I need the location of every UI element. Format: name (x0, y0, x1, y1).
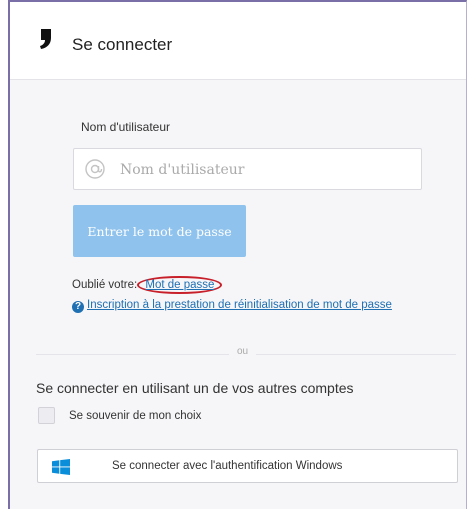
remember-choice-label: Se souvenir de mon choix (69, 409, 202, 422)
forgot-prefix: Oublié votre: (72, 279, 138, 291)
login-panel: Se connecter Nom d'utilisateur Nom d'uti… (8, 0, 467, 509)
other-accounts-heading: Se connecter en utilisant un de vos autr… (36, 380, 354, 396)
windows-logo-icon (52, 459, 70, 480)
remember-choice-row: Se souvenir de mon choix (38, 407, 201, 424)
page-title: Se connecter (72, 35, 173, 54)
username-placeholder: Nom d'utilisateur (120, 162, 245, 178)
forgot-password-row: Oublié votre: Mot de passe (72, 276, 223, 294)
quote-logo-icon (38, 28, 54, 55)
username-label: Nom d'utilisateur (81, 120, 170, 134)
password-link[interactable]: Mot de passe (137, 276, 223, 294)
reset-registration-link[interactable]: Inscription à la prestation de réinitial… (87, 299, 392, 311)
divider-text: ou (229, 346, 257, 357)
username-input[interactable]: Nom d'utilisateur (73, 148, 422, 190)
enter-password-button[interactable]: Entrer le mot de passe (73, 205, 246, 257)
at-sign-icon (84, 158, 106, 185)
windows-auth-label: Se connecter avec l'authentification Win… (112, 460, 343, 472)
windows-auth-button[interactable]: Se connecter avec l'authentification Win… (37, 449, 458, 483)
reset-registration-row: ? Inscription à la prestation de réinitia… (72, 299, 392, 313)
remember-choice-checkbox[interactable] (38, 407, 55, 424)
header: Se connecter (10, 2, 466, 80)
help-icon: ? (72, 301, 84, 313)
